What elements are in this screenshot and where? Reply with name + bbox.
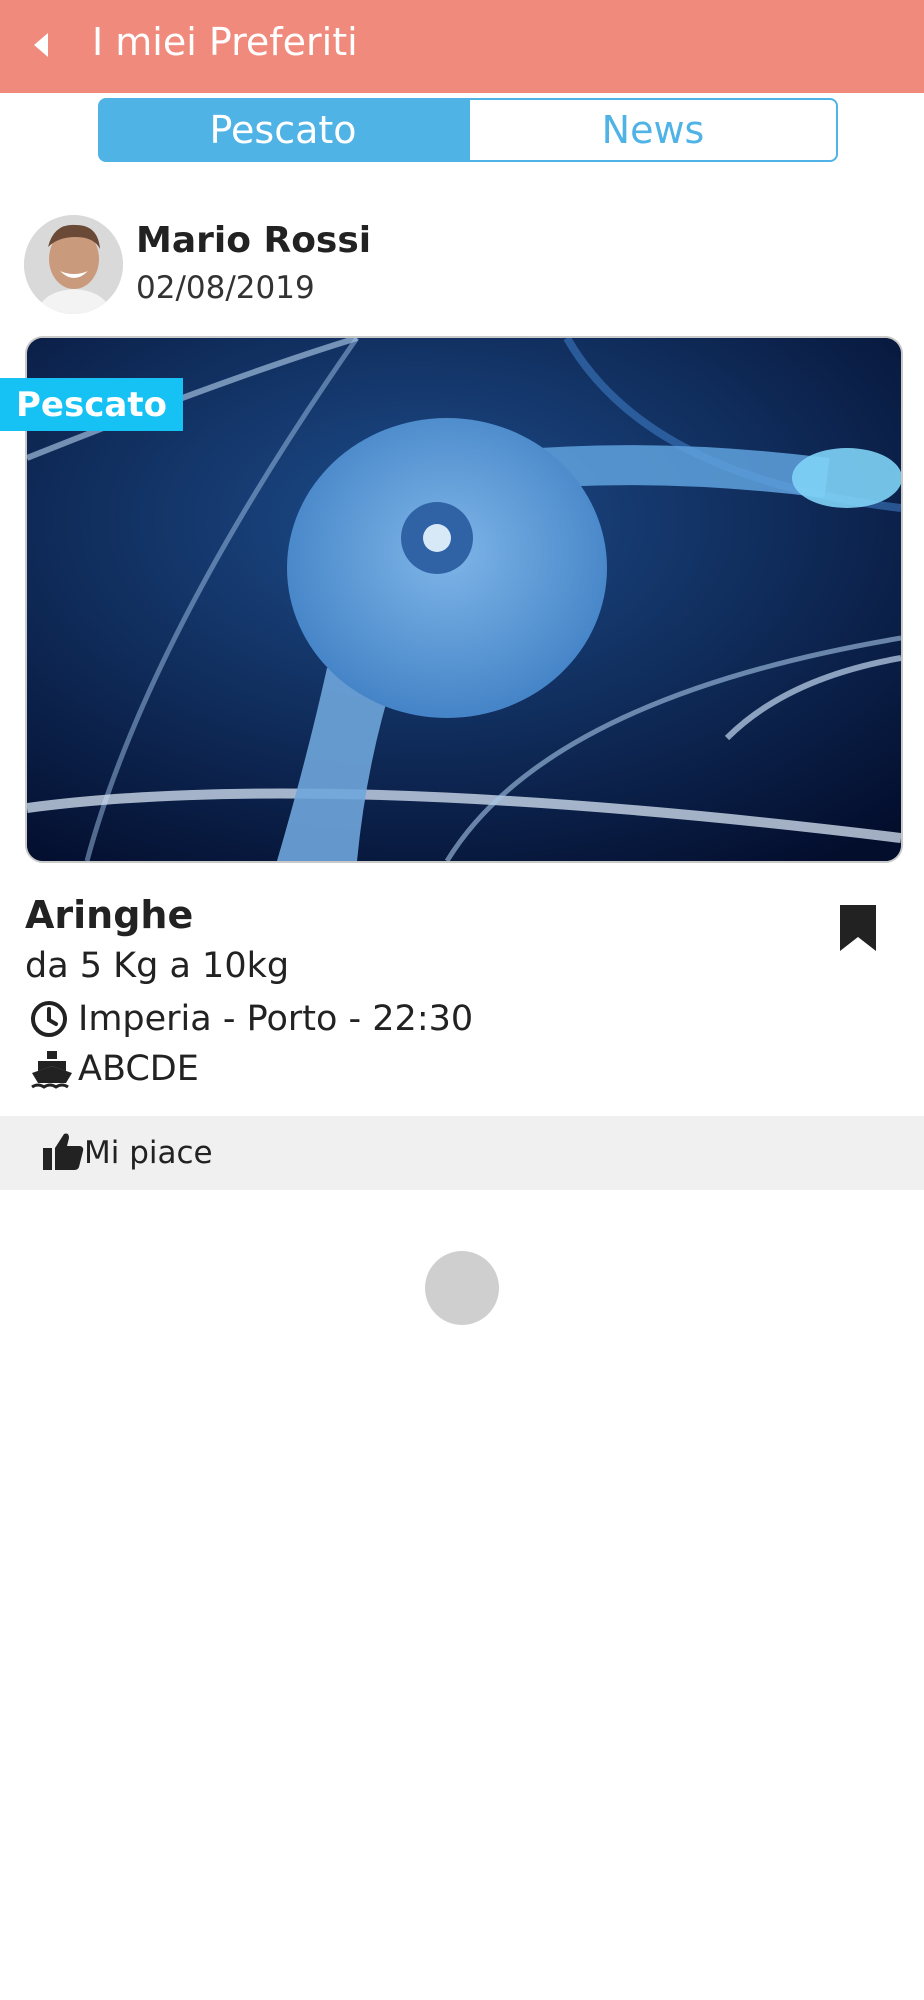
boat-name: ABCDE	[78, 1049, 199, 1089]
clock-icon	[30, 996, 78, 1042]
fish-name: Aringhe	[25, 893, 194, 937]
boat-row: ABCDE	[30, 1046, 199, 1092]
tab-pescato[interactable]: Pescato	[98, 98, 468, 162]
category-badge: Pescato	[0, 378, 183, 431]
caret-left-icon	[32, 32, 50, 62]
app-header: I miei Preferiti	[0, 0, 924, 93]
location-time-row: Imperia - Porto - 22:30	[30, 996, 473, 1042]
avatar[interactable]	[24, 215, 123, 314]
back-button[interactable]	[22, 28, 60, 66]
thumbs-up-icon	[42, 1130, 84, 1176]
like-button[interactable]: Mi piace	[42, 1126, 213, 1180]
post-date: 02/08/2019	[136, 270, 315, 306]
like-label: Mi piace	[84, 1135, 213, 1171]
fish-weight: da 5 Kg a 10kg	[25, 946, 290, 986]
bookmark-icon	[838, 905, 878, 957]
location-time: Imperia - Porto - 22:30	[78, 999, 474, 1039]
action-bar: Mi piace	[0, 1116, 924, 1190]
page-title: I miei Preferiti	[92, 20, 358, 64]
segmented-tabs: Pescato News	[98, 98, 838, 162]
author-name: Mario Rossi	[136, 220, 372, 261]
tab-news[interactable]: News	[468, 98, 838, 162]
bookmark-button[interactable]	[838, 903, 884, 959]
ship-icon	[30, 1046, 78, 1092]
favorites-screen: I miei Preferiti Pescato News Mario Ross…	[0, 0, 924, 2000]
loading-spinner	[425, 1251, 499, 1325]
